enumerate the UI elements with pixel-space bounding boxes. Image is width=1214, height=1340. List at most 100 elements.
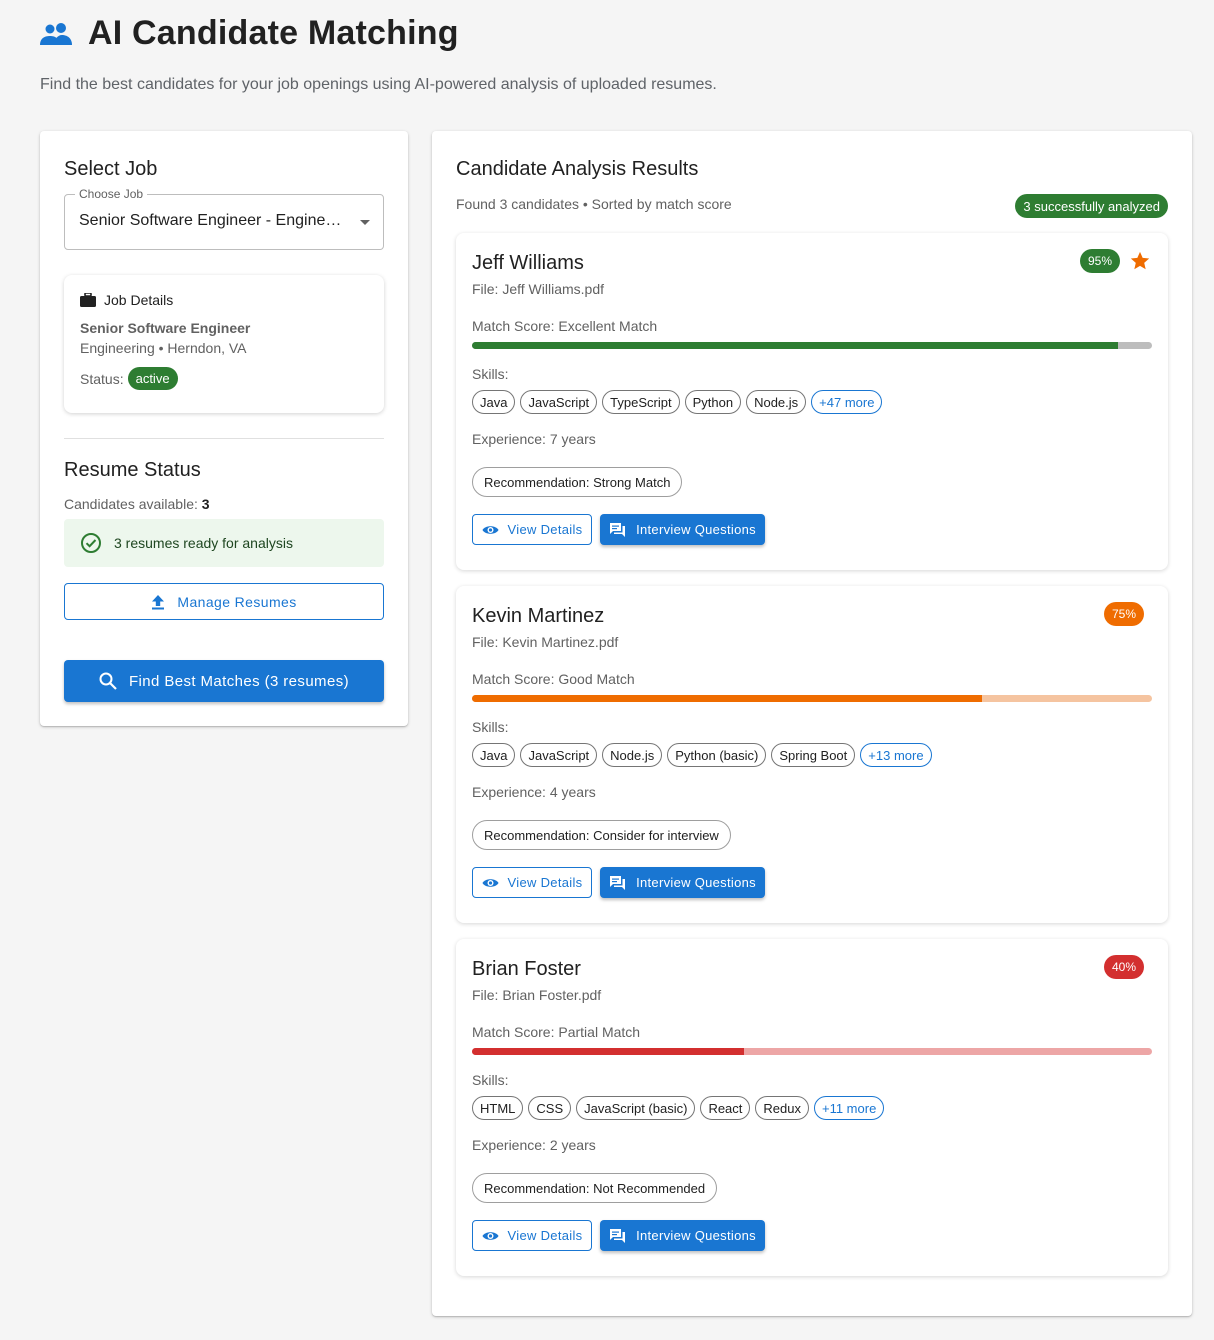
score-badge: 95% (1079, 249, 1120, 273)
job-selection-panel: Select Job Choose Job Senior Software En… (40, 131, 408, 726)
interview-questions-label: Interview Questions (636, 875, 756, 890)
match-score-bar (472, 695, 1152, 702)
skills-list: HTML CSS JavaScript (basic) React Redux +11 m… (472, 1096, 889, 1120)
job-select-dropdown[interactable]: Choose Job Senior Software Engineer - En… (64, 187, 384, 250)
resume-status-title: Resume Status (64, 459, 201, 481)
skill-chip: JavaScript (520, 390, 598, 414)
skill-chip: JavaScript (basic) (576, 1096, 696, 1120)
skills-label: Skills: (472, 1072, 509, 1088)
eye-icon (482, 1231, 499, 1240)
skills-label: Skills: (472, 719, 509, 735)
match-score-bar (472, 342, 1152, 349)
find-best-matches-button[interactable]: Find Best Matches (3 resumes) (64, 660, 384, 702)
candidate-file: File: Kevin Martinez.pdf (472, 634, 619, 650)
score-badge: 75% (1103, 602, 1144, 626)
caret-down-icon (360, 220, 370, 225)
manage-resumes-label: Manage Resumes (177, 593, 297, 610)
manage-resumes-button[interactable]: Manage Resumes (64, 583, 384, 620)
match-score-fill (472, 695, 982, 702)
candidates-available-label: Candidates available: (64, 496, 198, 512)
skill-chip: CSS (528, 1096, 572, 1120)
select-job-title: Select Job (64, 158, 158, 180)
eye-icon (482, 878, 499, 887)
skill-chip: Python (basic) (667, 743, 767, 767)
view-details-button[interactable]: View Details (472, 867, 592, 898)
briefcase-icon (80, 293, 96, 307)
more-skills-chip[interactable]: +13 more (860, 743, 932, 767)
skill-chip: Java (472, 743, 516, 767)
candidate-name: Brian Foster (472, 958, 581, 980)
resumes-ready-alert: 3 resumes ready for analysis (64, 519, 384, 567)
view-details-label: View Details (507, 522, 583, 537)
job-title: Senior Software Engineer (80, 320, 251, 336)
skill-chip: React (700, 1096, 751, 1120)
job-status-row: Status: active (80, 367, 178, 390)
chat-icon (610, 875, 626, 890)
interview-questions-button[interactable]: Interview Questions (600, 1220, 765, 1251)
status-label: Status: (80, 370, 124, 387)
view-details-label: View Details (507, 1228, 583, 1243)
more-skills-chip[interactable]: +11 more (813, 1096, 885, 1120)
selected-job-value: Senior Software Engineer - Engineering (79, 212, 349, 229)
skill-chip: JavaScript (520, 743, 598, 767)
recommendation-chip: Recommendation: Not Recommended (472, 1173, 718, 1203)
candidate-file: File: Jeff Williams.pdf (472, 281, 604, 297)
search-icon (99, 672, 117, 690)
recommendation-chip: Recommendation: Consider for interview (472, 820, 731, 850)
view-details-button[interactable]: View Details (472, 514, 592, 545)
match-score-bar (472, 1048, 1152, 1055)
resumes-ready-text: 3 resumes ready for analysis (114, 535, 293, 551)
candidate-card: Jeff Williams File: Jeff Williams.pdf 95% M… (456, 233, 1168, 570)
interview-questions-button[interactable]: Interview Questions (600, 514, 765, 545)
view-details-label: View Details (507, 875, 583, 890)
job-details-header: Job Details (80, 292, 173, 308)
page-header: AI Candidate Matching (40, 14, 459, 53)
analyzed-badge: 3 successfully analyzed (1015, 194, 1168, 218)
job-meta: Engineering • Herndon, VA (80, 340, 247, 356)
match-score-fill (472, 342, 1118, 349)
results-panel: Candidate Analysis Results Found 3 candi… (432, 131, 1192, 1316)
interview-questions-button[interactable]: Interview Questions (600, 867, 765, 898)
skill-chip: Node.js (746, 390, 807, 414)
interview-questions-label: Interview Questions (636, 522, 756, 537)
candidate-name: Kevin Martinez (472, 605, 605, 627)
chat-icon (610, 522, 626, 537)
candidates-available-count: 3 (201, 496, 210, 512)
results-found-text: Found 3 candidates • Sorted by match sco… (456, 196, 732, 212)
results-title: Candidate Analysis Results (456, 158, 699, 180)
view-details-button[interactable]: View Details (472, 1220, 592, 1251)
match-score-label: Match Score: Good Match (472, 671, 635, 687)
skill-chip: TypeScript (602, 390, 680, 414)
candidate-card: Kevin Martinez File: Kevin Martinez.pdf 75… (456, 586, 1168, 923)
experience-text: Experience: 2 years (472, 1137, 596, 1153)
find-best-matches-label: Find Best Matches (3 resumes) (128, 672, 349, 690)
skill-chip: Redux (755, 1096, 809, 1120)
match-score-fill (472, 1048, 744, 1055)
chat-icon (610, 1228, 626, 1243)
eye-icon (482, 525, 499, 534)
recommendation-chip: Recommendation: Strong Match (472, 467, 683, 497)
candidates-available: Candidates available: 3 (64, 496, 210, 512)
skill-chip: Java (472, 390, 516, 414)
page-title: AI Candidate Matching (88, 14, 459, 52)
job-details-card: Job Details Senior Software Engineer Eng… (64, 275, 384, 413)
skill-chip: Python (684, 390, 742, 414)
candidate-name: Jeff Williams (472, 252, 584, 274)
page-subtitle: Find the best candidates for your job op… (40, 76, 717, 93)
experience-text: Experience: 7 years (472, 431, 596, 447)
match-score-label: Match Score: Partial Match (472, 1024, 641, 1040)
skill-chip: Node.js (602, 743, 663, 767)
more-skills-chip[interactable]: +47 more (811, 390, 883, 414)
check-circle-icon (81, 533, 101, 553)
experience-text: Experience: 4 years (472, 784, 596, 800)
match-score-label: Match Score: Excellent Match (472, 318, 658, 334)
score-badge: 40% (1103, 955, 1144, 979)
divider (64, 438, 384, 439)
candidate-card: Brian Foster File: Brian Foster.pdf 40% Mat… (456, 939, 1168, 1276)
star-icon (1130, 251, 1150, 270)
upload-icon (152, 594, 165, 609)
candidate-file: File: Brian Foster.pdf (472, 987, 602, 1003)
people-icon (40, 22, 72, 45)
skills-list: Java JavaScript TypeScript Python Node.js +47… (472, 390, 887, 414)
skills-label: Skills: (472, 366, 509, 382)
